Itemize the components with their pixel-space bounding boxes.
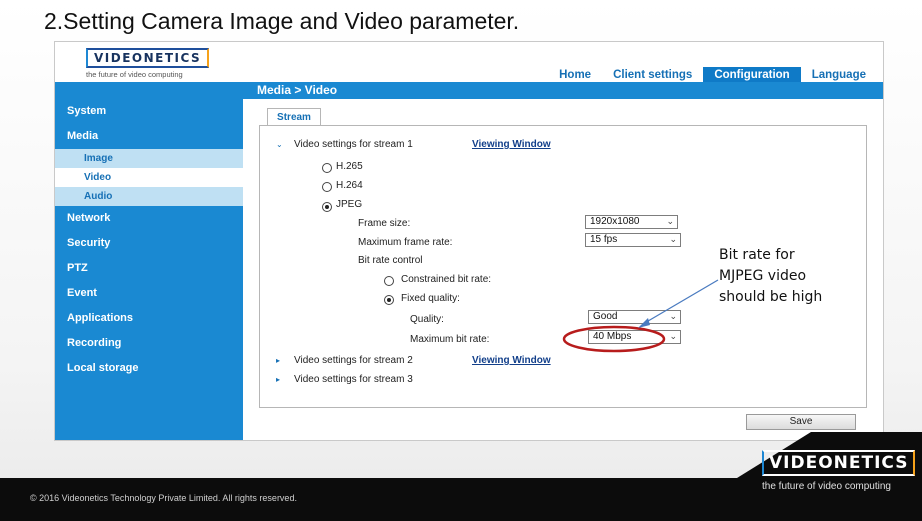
footer-logo: VIDEONETICS the future of video computin… (762, 450, 916, 492)
footer-brand-name: VIDEONETICS (762, 450, 916, 476)
annotation-callout: Bit rate for MJPEG video should be high (719, 245, 849, 308)
callout-line: MJPEG video (719, 268, 807, 284)
callout-arrow-line (642, 279, 719, 325)
callout-arrow-head (638, 318, 650, 328)
copyright-text: © 2016 Videonetics Technology Private Li… (30, 493, 297, 503)
callout-line: should be high (719, 289, 823, 305)
callout-line: Bit rate for (719, 247, 795, 263)
footer-brand-tagline: the future of video computing (762, 481, 891, 492)
highlight-ellipse (562, 325, 666, 353)
